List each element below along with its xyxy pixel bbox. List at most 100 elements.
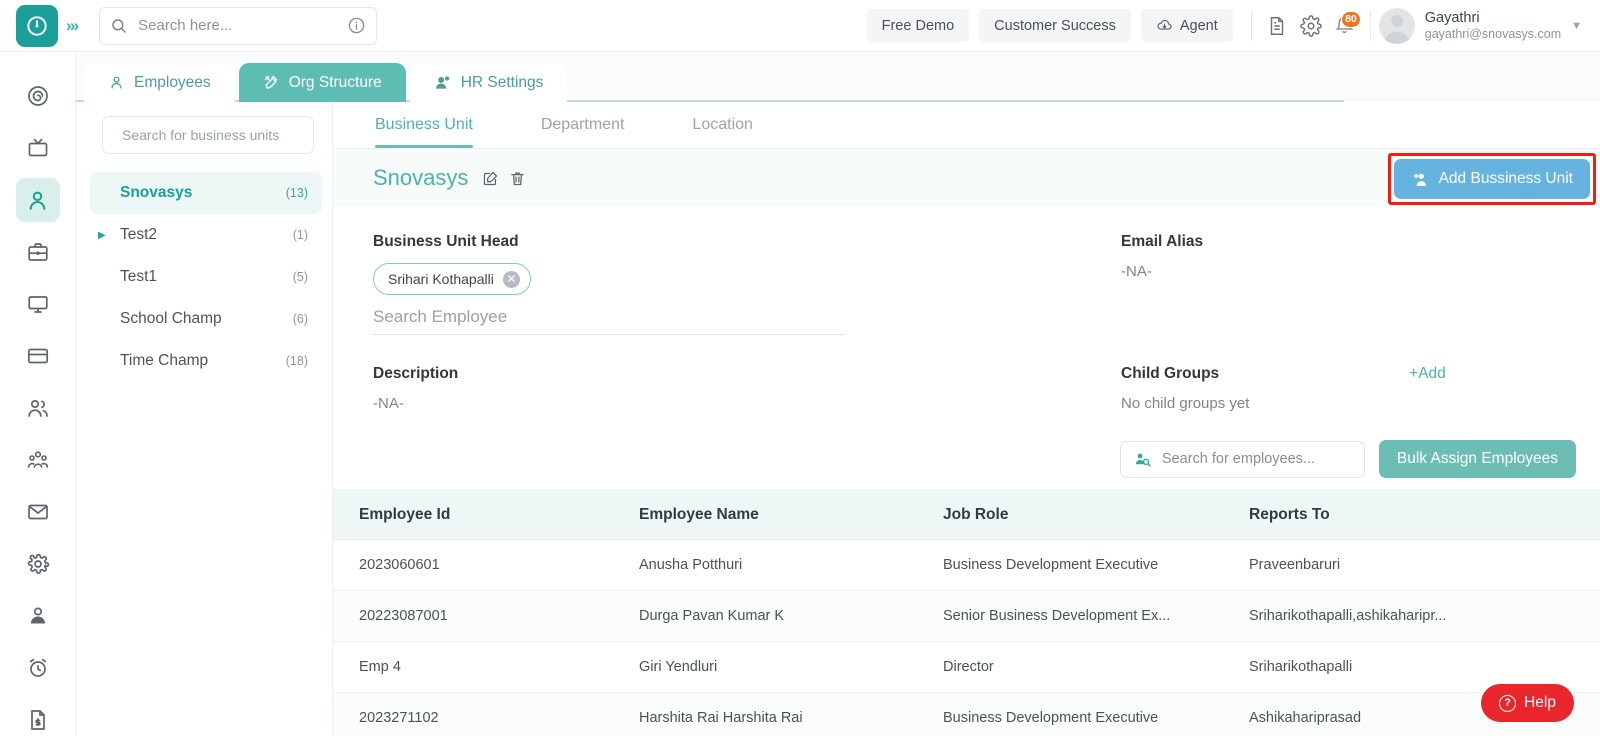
- sidebar-item-desktop[interactable]: [16, 282, 60, 326]
- description-block: Description -NA-: [373, 365, 1083, 412]
- employee-table-search-input[interactable]: [1162, 451, 1352, 467]
- column-employee-name[interactable]: Employee Name: [639, 491, 943, 540]
- cell-employee-name: Harshita Rai Harshita Rai: [639, 693, 943, 737]
- tab-employees[interactable]: Employees: [84, 63, 235, 102]
- tab-hr-settings[interactable]: HR Settings: [410, 63, 568, 102]
- help-button[interactable]: ? Help: [1481, 684, 1574, 722]
- add-person-icon: [1411, 170, 1430, 189]
- subtab-department[interactable]: Department: [541, 102, 625, 148]
- email-alias-value: -NA-: [1121, 263, 1576, 280]
- tree-item-label: Snovasys: [114, 184, 286, 202]
- table-row[interactable]: 2023271102 Harshita Rai Harshita Rai Bus…: [333, 693, 1600, 737]
- table-row[interactable]: 20223087001 Durga Pavan Kumar K Senior B…: [333, 591, 1600, 642]
- sidebar-item-invoice[interactable]: [16, 698, 60, 742]
- tree-item-time-champ[interactable]: Time Champ (18): [90, 340, 322, 382]
- employee-search-field[interactable]: [373, 307, 845, 335]
- tree-item-test1[interactable]: Test1 (5): [90, 256, 322, 298]
- entity-subtabs: Business Unit Department Location: [333, 102, 1600, 149]
- business-unit-search-input[interactable]: [122, 127, 303, 143]
- sidebar-item-org[interactable]: [16, 438, 60, 482]
- info-icon[interactable]: [347, 16, 366, 35]
- email-alias-label: Email Alias: [1121, 233, 1576, 251]
- table-row[interactable]: 2023060601 Anusha Potthuri Business Deve…: [333, 540, 1600, 591]
- edit-button[interactable]: [482, 170, 499, 187]
- settings-button[interactable]: [1294, 9, 1328, 43]
- sidebar-item-hr[interactable]: [16, 178, 60, 222]
- document-dollar-icon: [26, 708, 50, 732]
- employee-table-search[interactable]: [1120, 441, 1365, 478]
- question-circle-icon: ?: [1499, 695, 1516, 712]
- app-logo[interactable]: [16, 5, 58, 47]
- business-unit-panel: Snovasys (13) ▶ Test2 (1) Test1 (5) Scho…: [76, 102, 333, 736]
- tree-item-count: (5): [293, 270, 308, 284]
- cell-reports-to: Sriharikothapalli,ashikaharipr...: [1249, 591, 1600, 642]
- notifications-button[interactable]: 80: [1328, 9, 1362, 43]
- sidebar-item-profile[interactable]: [16, 594, 60, 638]
- chevrons-right-icon[interactable]: »›: [66, 16, 77, 36]
- add-child-group-link[interactable]: +Add: [1409, 365, 1446, 383]
- column-job-role[interactable]: Job Role: [943, 491, 1249, 540]
- tree-item-test2[interactable]: ▶ Test2 (1): [90, 214, 322, 256]
- tree-item-label: Test2: [114, 226, 293, 244]
- sidebar-item-attendance[interactable]: [16, 646, 60, 690]
- tab-hr-settings-label: HR Settings: [461, 74, 544, 92]
- tree-item-label: School Champ: [114, 310, 293, 328]
- business-unit-head-chip[interactable]: Srihari Kothapalli ✕: [373, 263, 531, 295]
- avatar-placeholder-icon: [1379, 8, 1415, 44]
- employee-table-head: Employee Id Employee Name Job Role Repor…: [333, 491, 1600, 540]
- chevron-down-icon[interactable]: ▼: [1571, 20, 1582, 32]
- sidebar-item-projects[interactable]: [16, 230, 60, 274]
- search-input[interactable]: [138, 17, 347, 34]
- sidebar-item-payroll[interactable]: [16, 334, 60, 378]
- tree-item-snovasys[interactable]: Snovasys (13): [90, 172, 322, 214]
- table-header-row: Employee Id Employee Name Job Role Repor…: [333, 491, 1600, 540]
- child-groups-block: Child Groups +Add No child groups yet: [1083, 365, 1576, 412]
- main-tab-strip: Employees Org Structure HR Settings: [76, 52, 1600, 102]
- tree-item-school-champ[interactable]: School Champ (6): [90, 298, 322, 340]
- cell-employee-name: Anusha Potthuri: [639, 540, 943, 591]
- tree-item-count: (6): [293, 312, 308, 326]
- trash-icon: [509, 170, 526, 187]
- left-icon-rail: [0, 52, 76, 736]
- sidebar-item-settings[interactable]: [16, 542, 60, 586]
- subtab-business-unit[interactable]: Business Unit: [375, 102, 473, 148]
- cloud-download-icon: [1156, 17, 1173, 34]
- subtab-location-label: Location: [692, 116, 753, 134]
- business-unit-search[interactable]: [102, 116, 314, 154]
- table-row[interactable]: Emp 4 Giri Yendluri Director Sriharikoth…: [333, 642, 1600, 693]
- column-reports-to[interactable]: Reports To: [1249, 491, 1600, 540]
- form-left-column: Business Unit Head Srihari Kothapalli ✕: [373, 233, 1083, 335]
- free-demo-button[interactable]: Free Demo: [867, 9, 970, 42]
- cell-employee-id: 20223087001: [333, 591, 639, 642]
- tree-item-count: (13): [286, 186, 308, 200]
- documents-button[interactable]: [1260, 9, 1294, 43]
- chevron-right-icon[interactable]: ▶: [98, 230, 114, 241]
- search-icon: [110, 17, 128, 35]
- bulk-assign-employees-button[interactable]: Bulk Assign Employees: [1379, 440, 1576, 478]
- top-header-bar: »› Free Demo Customer Success Agent: [0, 0, 1600, 52]
- avatar[interactable]: [1379, 8, 1415, 44]
- sidebar-item-teams[interactable]: [16, 386, 60, 430]
- global-search[interactable]: [99, 7, 377, 45]
- close-circle-icon[interactable]: ✕: [503, 271, 520, 288]
- user-info[interactable]: Gayathri gayathri@snovasys.com: [1425, 9, 1561, 43]
- subtab-business-unit-label: Business Unit: [375, 116, 473, 134]
- cell-employee-id: 2023271102: [333, 693, 639, 737]
- employee-table: Employee Id Employee Name Job Role Repor…: [333, 490, 1600, 736]
- sidebar-item-dashboard[interactable]: [16, 74, 60, 118]
- customer-success-button[interactable]: Customer Success: [979, 9, 1131, 42]
- agent-label: Agent: [1180, 18, 1218, 34]
- cell-employee-id: 2023060601: [333, 540, 639, 591]
- sidebar-item-media[interactable]: [16, 126, 60, 170]
- employee-search-input[interactable]: [373, 307, 845, 327]
- agent-button[interactable]: Agent: [1141, 9, 1233, 42]
- delete-button[interactable]: [509, 170, 526, 187]
- add-business-unit-button[interactable]: Add Bussiness Unit: [1394, 159, 1590, 199]
- briefcase-icon: [26, 240, 50, 264]
- add-business-unit-label: Add Bussiness Unit: [1439, 170, 1573, 188]
- tree-item-label: Test1: [114, 268, 293, 286]
- tab-org-structure[interactable]: Org Structure: [239, 63, 406, 102]
- sidebar-item-mail[interactable]: [16, 490, 60, 534]
- subtab-location[interactable]: Location: [692, 102, 753, 148]
- column-employee-id[interactable]: Employee Id: [333, 491, 639, 540]
